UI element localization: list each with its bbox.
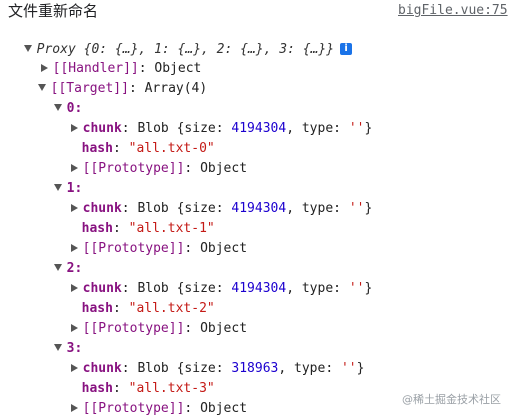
chunk-type-value: '' — [348, 121, 365, 136]
console-log-title: 文件重新命名 — [8, 2, 99, 20]
chunk-summary-mid: , type: — [286, 201, 349, 216]
chunk-summary-post: } — [356, 361, 365, 376]
prototype-row[interactable]: [[Prototype]]: Object — [54, 379, 247, 416]
info-icon[interactable]: i — [340, 42, 353, 55]
chunk-type-value: '' — [348, 281, 365, 296]
target-row[interactable]: [[Target]]: Array(4) — [22, 59, 207, 96]
chunk-type-value: '' — [340, 361, 357, 376]
array-item-row[interactable]: 0: — [38, 79, 82, 116]
prototype-value: Object — [200, 161, 248, 176]
chunk-row[interactable]: chunk: Blob {size: 4194304, type: ''} — [54, 99, 372, 136]
handler-row[interactable]: [[Handler]]: Object — [24, 39, 201, 76]
chunk-row[interactable]: chunk: Blob {size: 4194304, type: ''} — [54, 179, 372, 216]
proxy-row[interactable]: Proxy {0: {…}, 1: {…}, 2: {…}, 3: {…}} i — [8, 20, 353, 57]
watermark: @稀土掘金技术社区 — [402, 393, 501, 406]
prototype-key: [[Prototype]] — [82, 161, 185, 176]
chunk-summary-post: } — [364, 281, 373, 296]
prototype-key: [[Prototype]] — [82, 321, 185, 336]
chunk-summary-mid: , type: — [278, 361, 341, 376]
chunk-size: 318963 — [231, 361, 279, 376]
prototype-row[interactable]: [[Prototype]]: Object — [54, 299, 247, 336]
prototype-value: Object — [200, 401, 248, 416]
chunk-row[interactable]: chunk: Blob {size: 4194304, type: ''} — [54, 259, 372, 296]
source-link[interactable]: bigFile.vue:75 — [398, 1, 511, 21]
chunk-summary-post: } — [364, 121, 373, 136]
chunk-summary-mid: , type: — [286, 121, 349, 136]
hash-row: hash: "all.txt-3" — [81, 381, 215, 396]
prototype-key: [[Prototype]] — [82, 241, 185, 256]
hash-row: hash: "all.txt-2" — [81, 301, 215, 316]
chunk-size: 4194304 — [231, 281, 287, 296]
prototype-row[interactable]: [[Prototype]]: Object — [54, 219, 247, 256]
array-item-row[interactable]: 3: — [38, 319, 82, 356]
prototype-value: Object — [200, 241, 248, 256]
chunk-size: 4194304 — [231, 121, 287, 136]
target-value: Array(4) — [144, 81, 208, 96]
array-item-row[interactable]: 2: — [38, 239, 82, 276]
length-row: length: 4 — [52, 398, 138, 417]
chunk-type-value: '' — [348, 201, 365, 216]
prototype-row[interactable]: [[Prototype]]: Object — [54, 139, 247, 176]
chunk-summary-post: } — [364, 201, 373, 216]
chunk-row[interactable]: chunk: Blob {size: 318963, type: ''} — [54, 339, 364, 376]
chunk-size: 4194304 — [231, 201, 287, 216]
prototype-value: Object — [200, 321, 248, 336]
hash-row: hash: "all.txt-1" — [81, 221, 215, 236]
hash-row: hash: "all.txt-0" — [81, 141, 215, 156]
chunk-summary-mid: , type: — [286, 281, 349, 296]
array-item-row[interactable]: 1: — [38, 159, 82, 196]
